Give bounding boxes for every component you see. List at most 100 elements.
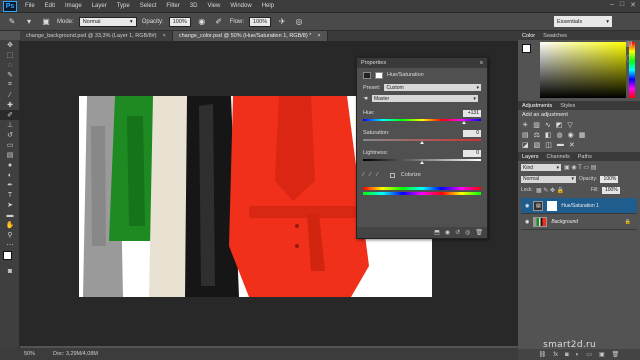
- menu-select[interactable]: Select: [135, 3, 162, 9]
- info-icon[interactable]: ⓘ: [626, 54, 638, 64]
- black-white-icon[interactable]: ◧: [545, 131, 552, 139]
- gradient-map-icon[interactable]: ▬: [557, 141, 564, 149]
- lightness-slider-knob[interactable]: [420, 161, 424, 164]
- menu-image[interactable]: Image: [60, 3, 87, 9]
- hue-slider[interactable]: [363, 119, 481, 125]
- airbrush-mode-icon[interactable]: ✈: [276, 16, 288, 27]
- properties-tab[interactable]: Properties: [361, 60, 386, 66]
- type-tool-icon[interactable]: T: [0, 190, 20, 200]
- channel-mixer-icon[interactable]: ◉: [568, 131, 574, 139]
- layer-filter-icons[interactable]: ▣ ◉ T ▭ ▤: [564, 164, 596, 171]
- clip-to-layer-icon[interactable]: ⬒: [434, 229, 440, 236]
- minimize-icon[interactable]: –: [610, 1, 614, 9]
- fx-icon[interactable]: fx: [553, 352, 558, 358]
- hand-adjust-icon[interactable]: ☚: [363, 96, 368, 102]
- new-adjustment-icon[interactable]: ◐: [576, 352, 580, 358]
- menu-window[interactable]: Window: [225, 3, 256, 9]
- quick-select-tool-icon[interactable]: ✎: [0, 70, 20, 80]
- layer-row-background[interactable]: ◉ Background 🔒: [521, 214, 637, 230]
- close-icon[interactable]: ✕: [630, 1, 636, 9]
- pen-tool-icon[interactable]: ✒: [0, 180, 20, 190]
- lock-icons[interactable]: ▦ ✎ ✥ 🔒: [536, 187, 588, 194]
- mask-icon[interactable]: [375, 71, 383, 79]
- saturation-slider[interactable]: [363, 139, 481, 145]
- brush-panel-toggle-icon[interactable]: ▣: [40, 16, 52, 27]
- mode-select[interactable]: Normal ▾: [78, 16, 137, 27]
- pressure-opacity-icon[interactable]: ◉: [196, 16, 208, 27]
- color-picker-field[interactable]: [540, 42, 626, 98]
- zoom-level[interactable]: 50%: [24, 351, 35, 357]
- workspace-select[interactable]: Essentials ▾: [554, 16, 612, 27]
- shape-tool-icon[interactable]: ▬: [0, 210, 20, 220]
- tab-color[interactable]: Color: [522, 33, 535, 39]
- vibrance-icon[interactable]: ▽: [567, 121, 572, 129]
- tab-adjustments[interactable]: Adjustments: [522, 103, 552, 109]
- layer-kind-select[interactable]: Kind ▾: [521, 164, 561, 171]
- gradient-tool-icon[interactable]: ▤: [0, 150, 20, 160]
- history-brush-tool-icon[interactable]: ↺: [0, 130, 20, 140]
- marquee-tool-icon[interactable]: ⬚: [0, 50, 20, 60]
- close-icon[interactable]: ×: [163, 33, 166, 39]
- trash-icon[interactable]: 🗑: [612, 351, 620, 358]
- menu-3d[interactable]: 3D: [185, 3, 203, 9]
- tab-styles[interactable]: Styles: [560, 103, 575, 109]
- pressure-size-icon[interactable]: ◎: [293, 16, 305, 27]
- eraser-tool-icon[interactable]: ▭: [0, 140, 20, 150]
- healing-brush-tool-icon[interactable]: ✚: [0, 100, 20, 110]
- saturation-input[interactable]: 0: [463, 129, 481, 137]
- layer-opacity-input[interactable]: 100%: [600, 175, 619, 183]
- blur-tool-icon[interactable]: ●: [0, 160, 20, 170]
- add-mask-icon[interactable]: ◙: [565, 352, 569, 358]
- more-tools-icon[interactable]: ⋯: [0, 240, 20, 250]
- tab-change-background[interactable]: change_background.psd @ 33,3% (Layer 1, …: [20, 31, 173, 41]
- exposure-icon[interactable]: ◩: [556, 121, 563, 129]
- invert-icon[interactable]: ◪: [522, 141, 529, 149]
- layer-mask-thumbnail[interactable]: [547, 200, 558, 211]
- zoom-tool-icon[interactable]: ⚲: [0, 230, 20, 240]
- trash-icon[interactable]: 🗑: [475, 229, 483, 236]
- crop-tool-icon[interactable]: ⌗: [0, 80, 20, 90]
- colorize-checkbox[interactable]: [389, 172, 395, 178]
- levels-icon[interactable]: ▥: [533, 121, 540, 129]
- menu-view[interactable]: View: [202, 3, 225, 9]
- hue-saturation-icon[interactable]: ▤: [522, 131, 529, 139]
- hue-slider-knob[interactable]: [462, 121, 467, 124]
- path-select-tool-icon[interactable]: ➤: [0, 200, 20, 210]
- curves-icon[interactable]: ∿: [545, 121, 551, 129]
- brush-tool-preset-icon[interactable]: ✎: [6, 16, 18, 27]
- foreground-color-swatch[interactable]: [3, 251, 12, 260]
- color-swatches-icon[interactable]: [0, 250, 20, 266]
- eyedropper-plus-icon[interactable]: ⁄: [370, 172, 371, 178]
- color-balance-icon[interactable]: ⚖: [534, 131, 540, 139]
- blend-mode-select[interactable]: Normal ▾: [521, 175, 576, 183]
- menu-layer[interactable]: Layer: [87, 3, 112, 9]
- lightness-input[interactable]: 0: [463, 149, 481, 157]
- reset-icon[interactable]: ↺: [455, 229, 460, 236]
- dodge-tool-icon[interactable]: ◐: [0, 170, 20, 180]
- lasso-tool-icon[interactable]: ◌: [0, 60, 20, 70]
- photo-filter-icon[interactable]: ◍: [557, 131, 563, 139]
- move-tool-icon[interactable]: ✥: [0, 40, 20, 50]
- close-icon[interactable]: ×: [317, 33, 320, 39]
- lightness-slider[interactable]: [363, 159, 481, 165]
- flow-input[interactable]: 100%: [249, 16, 272, 27]
- panel-menu-icon[interactable]: ≡: [480, 60, 483, 66]
- maximize-icon[interactable]: □: [620, 1, 624, 9]
- eyedropper-minus-icon[interactable]: ⁄: [377, 172, 378, 178]
- menu-file[interactable]: File: [20, 3, 40, 9]
- posterize-icon[interactable]: ▧: [534, 141, 541, 149]
- view-previous-icon[interactable]: ◉: [445, 229, 450, 236]
- new-layer-icon[interactable]: ▣: [599, 351, 605, 358]
- tab-layers[interactable]: Layers: [522, 154, 539, 160]
- selective-color-icon[interactable]: ✕: [569, 141, 575, 149]
- opacity-input[interactable]: 100%: [168, 16, 191, 27]
- visibility-icon[interactable]: ◎: [465, 229, 470, 236]
- link-layers-icon[interactable]: ⛓: [539, 351, 547, 358]
- menu-type[interactable]: Type: [112, 3, 135, 9]
- saturation-slider-knob[interactable]: [420, 141, 424, 144]
- tab-channels[interactable]: Channels: [547, 154, 570, 160]
- layer-row-hue-saturation[interactable]: ◉ ▤ Hue/Saturation 1: [521, 198, 637, 214]
- brightness-icon[interactable]: ☀: [522, 121, 528, 129]
- eye-icon[interactable]: ◉: [525, 219, 529, 225]
- tab-paths[interactable]: Paths: [578, 154, 592, 160]
